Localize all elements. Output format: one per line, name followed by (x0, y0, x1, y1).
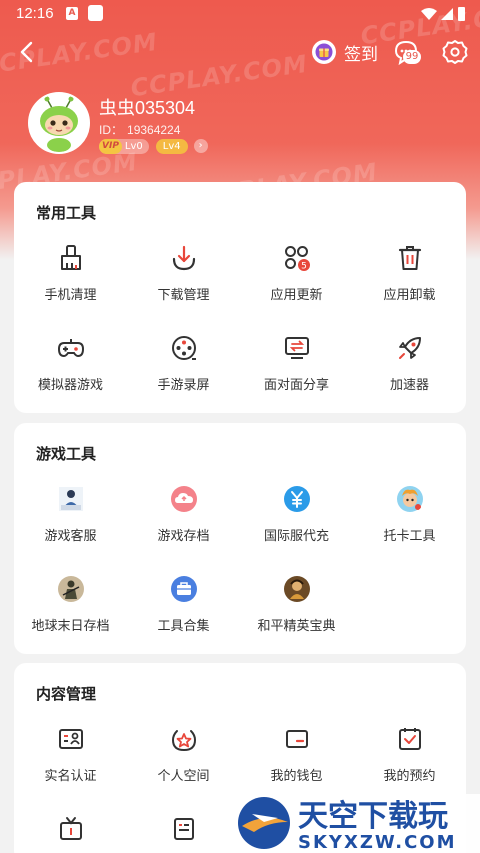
back-button[interactable] (14, 38, 42, 66)
message-count-badge: 99 (403, 50, 421, 64)
system-status-icons (420, 6, 466, 26)
checkin-button[interactable]: 签到 (312, 38, 378, 66)
gear-icon (442, 40, 468, 64)
tool-label: 个人空间 (157, 769, 210, 784)
pubg-icon (284, 576, 310, 602)
customer-service-icon (59, 487, 83, 511)
checkin-label: 签到 (344, 44, 378, 65)
document-icon (174, 818, 194, 840)
tool-tv[interactable] (14, 815, 127, 853)
record-icon (172, 336, 196, 360)
tool-game-save[interactable]: 游戏存档 (127, 485, 240, 565)
cloud-save-icon (171, 486, 197, 512)
site-watermark-logo: 天空下载玩 SKYXZW.COM (234, 792, 480, 853)
game-tools-card: 游戏工具 游戏客服 游戏存档 国际服代充 托卡工具 地球末日存档 工具合集 和平… (14, 423, 466, 654)
tv-icon (60, 817, 82, 840)
tool-accelerator[interactable]: 加速器 (353, 334, 466, 414)
settings-button[interactable] (442, 39, 468, 65)
watermark-en: SKYXZW.COM (298, 832, 457, 853)
status-time: 12:16 (16, 5, 54, 22)
rocket-icon (399, 337, 421, 359)
tool-label: 面对面分享 (263, 378, 329, 393)
gift-icon (312, 40, 336, 64)
username: 虫虫035304 (99, 98, 196, 118)
wifi-battery-icon (421, 7, 465, 21)
update-count-badge: 5 (301, 262, 307, 272)
tool-personal-space[interactable]: 个人空间 (127, 725, 240, 805)
id-card-icon (59, 729, 83, 749)
notification-icon: A (66, 7, 78, 20)
chevron-right-icon: › (193, 139, 208, 153)
tool-international-recharge[interactable]: 国际服代充 (240, 485, 353, 565)
tool-download-manager[interactable]: 下载管理 (127, 244, 240, 324)
tool-label: 加速器 (389, 378, 429, 393)
watermark-cn: 天空下载玩 (298, 799, 448, 834)
level-badges[interactable]: VIP Lv0 Lv4 › (99, 138, 208, 154)
tool-real-name[interactable]: 实名认证 (14, 725, 127, 805)
tool-label: 游戏存档 (157, 529, 210, 544)
gamepad-icon (57, 339, 85, 358)
user-id: ID： 19364224 (99, 121, 180, 138)
tool-label: 和平精英宝典 (257, 619, 336, 634)
trash-icon (398, 246, 422, 270)
broom-icon (61, 245, 81, 270)
download-icon (172, 245, 196, 271)
tool-label: 托卡工具 (383, 529, 436, 544)
calendar-check-icon (399, 728, 421, 750)
tool-pubg-guide[interactable]: 和平精英宝典 (240, 575, 353, 655)
section-title: 常用工具 (36, 204, 97, 222)
tool-label: 手游录屏 (157, 378, 210, 393)
tool-phone-clean[interactable]: 手机清理 (14, 244, 127, 324)
common-tools-card: 常用工具 手机清理 下载管理 5 应用更新 应用卸载 模拟器游戏 手游录屏 面对… (14, 182, 466, 413)
soldier-icon (58, 576, 84, 602)
user-id-label: ID： (99, 123, 124, 137)
tool-game-support[interactable]: 游戏客服 (14, 485, 127, 565)
tool-app-update[interactable]: 5 应用更新 (240, 244, 353, 324)
tool-label: 应用更新 (270, 288, 323, 303)
app-notification-icon (88, 5, 103, 21)
tool-label: 模拟器游戏 (37, 378, 103, 393)
chevron-left-icon (20, 41, 33, 63)
toolbox-icon (171, 576, 197, 602)
vip-badge: VIP Lv0 (99, 138, 149, 154)
vip-level: Lv0 (124, 140, 143, 152)
tool-document[interactable] (127, 815, 240, 853)
tool-label: 手机清理 (44, 288, 97, 303)
tool-emulator-games[interactable]: 模拟器游戏 (14, 334, 127, 414)
user-level-badge: Lv4 (155, 138, 188, 154)
tool-toca[interactable]: 托卡工具 (353, 485, 466, 565)
share-icon (285, 337, 309, 359)
tool-label: 工具合集 (157, 619, 210, 634)
tool-label: 实名认证 (44, 769, 97, 784)
tool-label: 游戏客服 (44, 529, 97, 544)
vip-tag: VIP (99, 138, 122, 154)
tool-label: 我的预约 (383, 769, 436, 784)
tool-face-share[interactable]: 面对面分享 (240, 334, 353, 414)
avatar[interactable] (28, 92, 90, 154)
tool-label: 国际服代充 (263, 529, 329, 544)
tool-screen-record[interactable]: 手游录屏 (127, 334, 240, 414)
tool-toolbox[interactable]: 工具合集 (127, 575, 240, 655)
wallet-icon (286, 730, 308, 748)
app-update-icon: 5 (285, 246, 310, 272)
tool-label: 应用卸载 (383, 288, 436, 303)
tool-label: 我的钱包 (270, 769, 323, 784)
status-bar: 12:16 A (0, 0, 480, 28)
yen-icon (284, 486, 310, 512)
star-badge-icon (171, 730, 197, 752)
user-id-value: 19364224 (127, 123, 181, 137)
section-title: 内容管理 (36, 685, 97, 703)
tool-last-day-save[interactable]: 地球末日存档 (14, 575, 127, 655)
toca-icon (397, 486, 423, 512)
tool-app-uninstall[interactable]: 应用卸载 (353, 244, 466, 324)
caterpillar-avatar-icon (30, 94, 88, 152)
section-title: 游戏工具 (36, 445, 97, 463)
tool-label: 下载管理 (157, 288, 210, 303)
tool-label: 地球末日存档 (31, 619, 110, 634)
